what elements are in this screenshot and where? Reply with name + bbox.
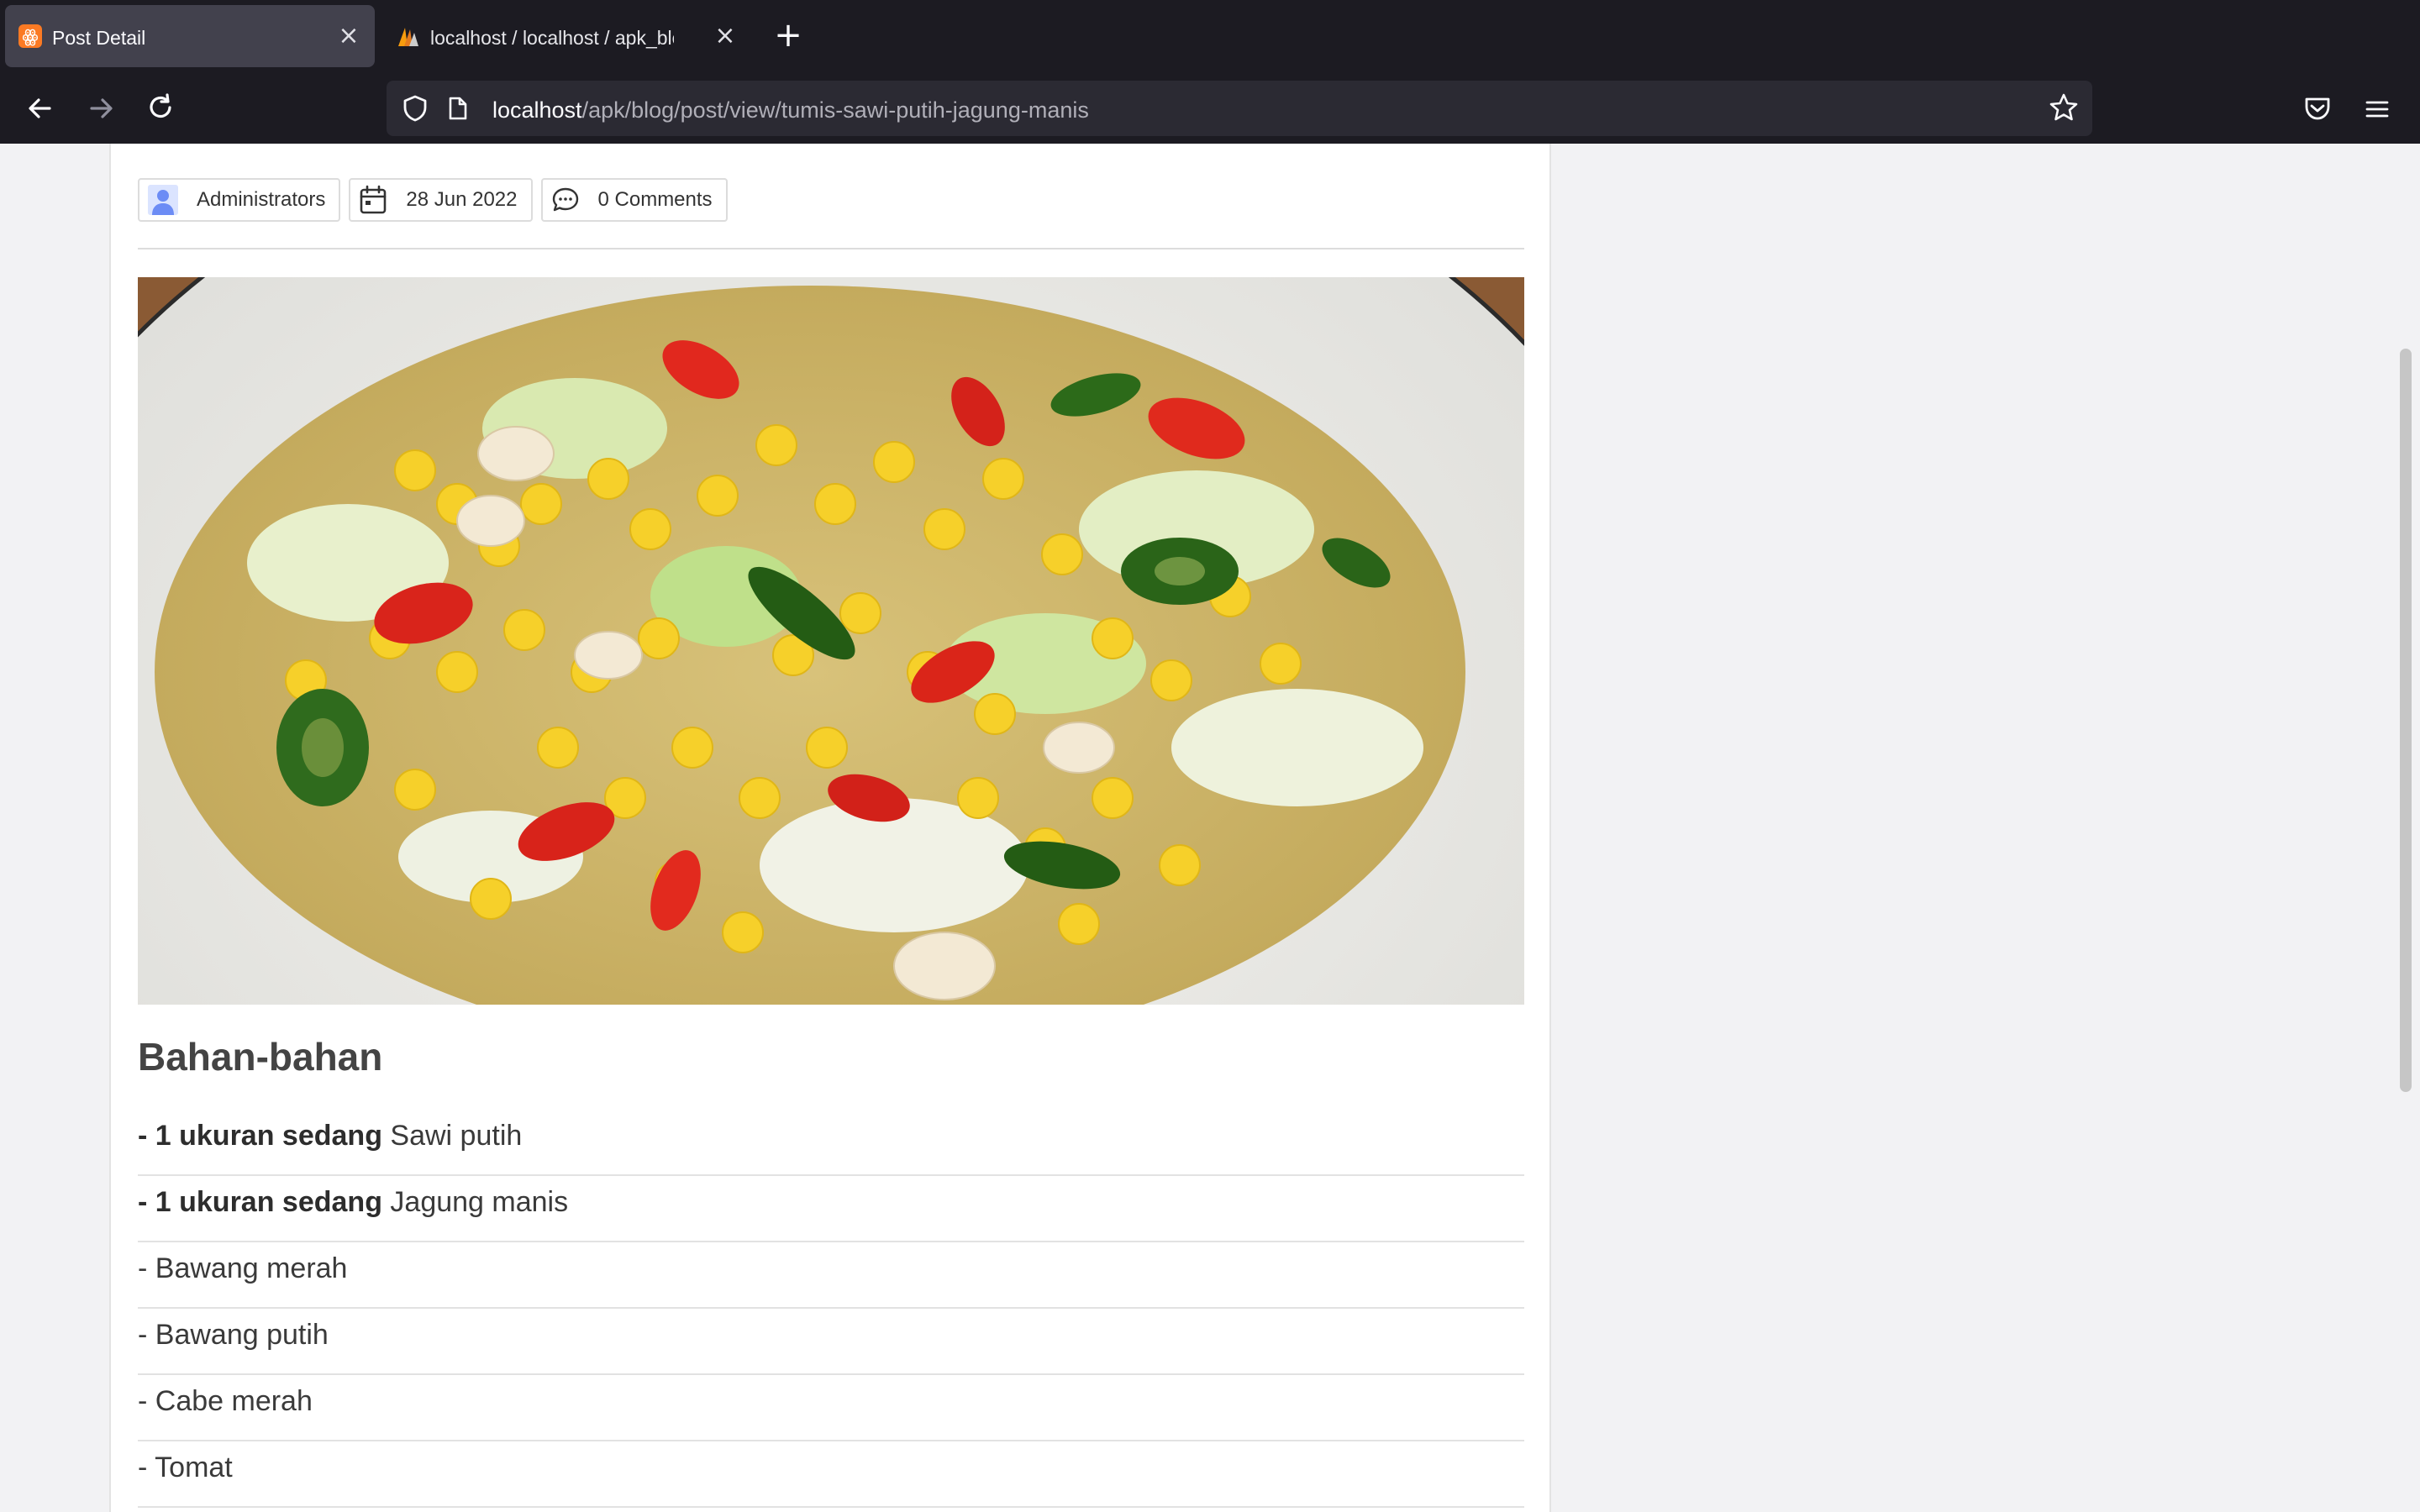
- ingredient-name: - Bawang merah: [138, 1252, 348, 1284]
- comments-badge[interactable]: 0 Comments: [540, 178, 728, 222]
- url-text[interactable]: localhost/apk/blog/post/view/tumis-sawi-…: [492, 97, 1089, 123]
- reload-icon[interactable]: [142, 89, 181, 128]
- shield-icon[interactable]: [402, 94, 429, 123]
- ingredient-name: - Tomat: [138, 1452, 233, 1483]
- address-bar[interactable]: localhost/apk/blog/post/view/tumis-sawi-…: [387, 81, 2092, 136]
- navigation-toolbar: localhost/apk/blog/post/view/tumis-sawi-…: [0, 74, 2420, 144]
- bookmark-star-icon[interactable]: [2049, 92, 2079, 123]
- ingredient-quantity: - 1 ukuran sedang: [138, 1186, 382, 1218]
- tab-title: localhost / localhost / apk_blog /: [430, 27, 674, 49]
- tab-strip: ꙮ Post Detail × localhost / localhost / …: [0, 0, 2420, 74]
- post-card: Administrators 28 Jun 2022 0 Comments Ba…: [109, 144, 1551, 1512]
- phpmyadmin-icon: [398, 28, 418, 46]
- close-icon[interactable]: ×: [334, 22, 363, 50]
- page-viewport: Administrators 28 Jun 2022 0 Comments Ba…: [0, 144, 2420, 1512]
- tab-title: Post Detail: [52, 27, 146, 49]
- page-icon[interactable]: [447, 96, 469, 121]
- meta-divider: [138, 248, 1524, 249]
- forward-arrow-icon[interactable]: [82, 89, 120, 128]
- url-path: /apk/blog/post/view/tumis-sawi-putih-jag…: [581, 97, 1089, 123]
- url-host: localhost: [492, 97, 582, 123]
- ingredients-heading: Bahan-bahan: [138, 1035, 383, 1079]
- list-item: - Tomat: [138, 1441, 1524, 1508]
- ingredients-list: - 1 ukuran sedang Sawi putih - 1 ukuran …: [138, 1110, 1524, 1508]
- post-meta: Administrators 28 Jun 2022 0 Comments: [138, 178, 728, 223]
- pocket-icon[interactable]: [2302, 93, 2333, 123]
- post-date: 28 Jun 2022: [406, 188, 518, 211]
- scrollbar-thumb[interactable]: [2400, 349, 2412, 1092]
- xampp-icon: ꙮ: [18, 24, 42, 48]
- author-name: Administrators: [197, 188, 326, 211]
- menu-hamburger-icon[interactable]: [2363, 95, 2391, 123]
- ingredient-name: - Cabe merah: [138, 1385, 313, 1417]
- list-item: - Bawang merah: [138, 1242, 1524, 1309]
- browser-chrome: ꙮ Post Detail × localhost / localhost / …: [0, 0, 2420, 144]
- date-badge[interactable]: 28 Jun 2022: [349, 178, 533, 222]
- list-item: - Bawang putih: [138, 1309, 1524, 1375]
- tab-phpmyadmin[interactable]: localhost / localhost / apk_blog / ×: [383, 5, 753, 67]
- user-avatar-icon: [148, 185, 178, 215]
- ingredient-quantity: - 1 ukuran sedang: [138, 1120, 382, 1152]
- ingredient-name: - Bawang putih: [138, 1319, 329, 1351]
- author-badge[interactable]: Administrators: [138, 178, 341, 222]
- list-item: - Cabe merah: [138, 1375, 1524, 1441]
- new-tab-button[interactable]: +: [771, 18, 805, 52]
- close-icon[interactable]: ×: [711, 22, 739, 50]
- comment-bubble-icon: [552, 187, 578, 212]
- tab-post-detail[interactable]: ꙮ Post Detail ×: [5, 5, 375, 67]
- back-arrow-icon[interactable]: [21, 89, 60, 128]
- calendar-icon: [360, 185, 387, 214]
- comment-count: 0 Comments: [597, 188, 713, 211]
- ingredient-name: Sawi putih: [381, 1120, 523, 1152]
- list-item: - 1 ukuran sedang Sawi putih: [138, 1110, 1524, 1176]
- ingredient-name: Jagung manis: [381, 1186, 569, 1218]
- post-featured-image: [138, 277, 1524, 1005]
- list-item: - 1 ukuran sedang Jagung manis: [138, 1176, 1524, 1242]
